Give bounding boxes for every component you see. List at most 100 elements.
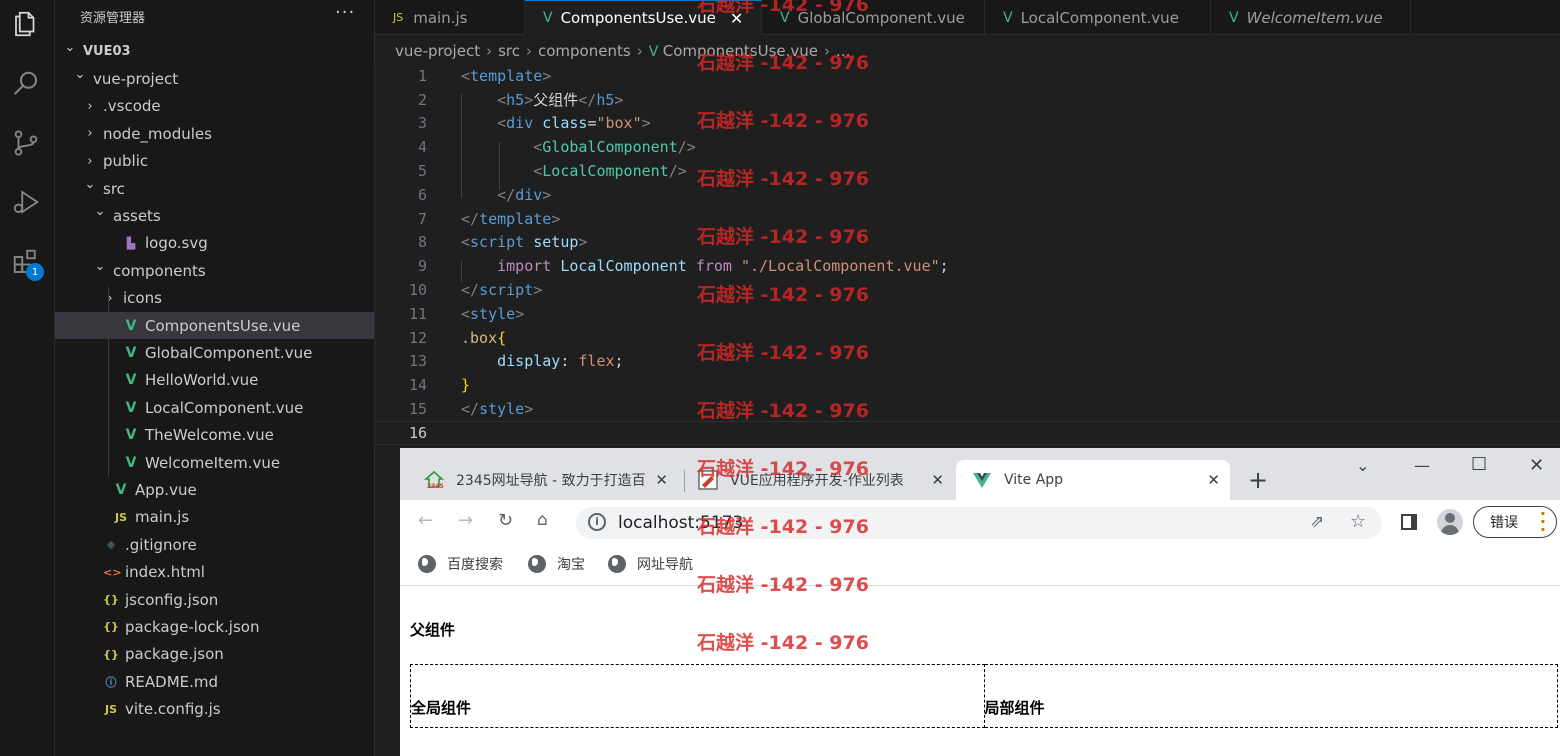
address-bar[interactable]: i localhost:5173 ⇗ ☆ bbox=[576, 507, 1382, 539]
tree-item[interactable]: ▙ logo.svg bbox=[55, 230, 374, 257]
extensions-badge: 1 bbox=[26, 263, 44, 281]
code-token: > bbox=[533, 281, 543, 300]
source-control-icon[interactable] bbox=[8, 125, 44, 161]
chevron-icon[interactable]: ⌄ bbox=[93, 259, 107, 274]
tab-close-icon[interactable]: ✕ bbox=[730, 9, 743, 28]
menu-dots-icon[interactable]: · · · bbox=[1540, 506, 1546, 538]
code-line[interactable]: 14} bbox=[375, 373, 1560, 397]
chevron-icon[interactable]: › bbox=[83, 99, 97, 114]
code-line[interactable]: 8 <script setup> bbox=[375, 231, 1560, 255]
close-window-button[interactable]: ✕ bbox=[1529, 455, 1544, 476]
chevron-icon[interactable]: › bbox=[83, 154, 97, 169]
tab-close-icon[interactable]: ✕ bbox=[1207, 471, 1220, 489]
site-info-icon[interactable]: i bbox=[588, 513, 606, 531]
reload-icon[interactable]: ↻ bbox=[498, 510, 513, 531]
code-line[interactable]: 12 .box{ bbox=[375, 326, 1560, 350]
chevron-icon[interactable]: ⌄ bbox=[93, 204, 107, 219]
code-line[interactable]: 5 <LocalComponent/> bbox=[375, 159, 1560, 183]
tree-item[interactable]: ⌄ assets bbox=[55, 202, 374, 229]
profile-avatar-icon[interactable] bbox=[1437, 509, 1463, 535]
code-text: </div> bbox=[461, 186, 551, 204]
code-line[interactable]: 11 <style> bbox=[375, 302, 1560, 326]
code-line[interactable]: 3 <div class="box"> bbox=[375, 112, 1560, 136]
bookmark-item[interactable]: 网址导航 bbox=[608, 554, 693, 574]
tab-search-icon[interactable]: ⌄ bbox=[1356, 456, 1369, 475]
tree-item[interactable]: ⓘ README.md bbox=[55, 668, 374, 695]
browser-tab-vite-app[interactable]: Vite App ✕ bbox=[956, 460, 1230, 500]
tree-item[interactable]: ⌄ VUE03 bbox=[55, 38, 374, 65]
bookmark-item[interactable]: 淘宝 bbox=[528, 554, 585, 574]
tree-item[interactable]: ⌄ vue-project bbox=[55, 65, 374, 92]
editor-tab[interactable]: JS main.js bbox=[375, 0, 525, 35]
new-tab-button[interactable]: + bbox=[1248, 466, 1268, 494]
bookmark-star-icon[interactable]: ☆ bbox=[1350, 511, 1366, 532]
tree-item[interactable]: V TheWelcome.vue bbox=[55, 422, 374, 449]
chevron-icon[interactable]: ⌄ bbox=[63, 40, 77, 55]
breadcrumb-item[interactable]: vue-project bbox=[395, 42, 480, 60]
tree-item[interactable]: V GlobalComponent.vue bbox=[55, 339, 374, 366]
code-line[interactable]: 9 import LocalComponent from "./LocalCom… bbox=[375, 254, 1560, 278]
url-text[interactable]: localhost:5173 bbox=[618, 513, 743, 533]
tree-item[interactable]: JS vite.config.js bbox=[55, 696, 374, 723]
breadcrumb-item[interactable]: components bbox=[538, 42, 631, 60]
code-line[interactable]: 7 </template> bbox=[375, 207, 1560, 231]
tree-item[interactable]: › icons bbox=[55, 285, 374, 312]
share-icon[interactable]: ⇗ bbox=[1310, 512, 1324, 532]
breadcrumb-item[interactable]: ... bbox=[836, 42, 850, 60]
minimize-button[interactable]: — bbox=[1414, 456, 1430, 475]
code-line[interactable]: 15 </style> bbox=[375, 397, 1560, 421]
tab-close-icon[interactable]: ✕ bbox=[655, 471, 668, 489]
browser-tab-2345[interactable]: 2345 2345网址导航 - 致力于打造百 ✕ bbox=[410, 460, 678, 500]
bookmark-item[interactable]: 百度搜索 bbox=[418, 554, 503, 574]
tree-item[interactable]: › node_modules bbox=[55, 120, 374, 147]
code-line[interactable]: 16 bbox=[375, 421, 1560, 445]
tree-item[interactable]: V ComponentsUse.vue bbox=[55, 312, 374, 339]
forward-icon[interactable]: → bbox=[458, 510, 473, 531]
breadcrumb-item[interactable]: src bbox=[498, 42, 520, 60]
explorer-icon[interactable] bbox=[8, 6, 44, 42]
code-text: </template> bbox=[461, 210, 560, 228]
maximize-button[interactable]: ☐ bbox=[1471, 454, 1487, 475]
home-icon[interactable]: ⌂ bbox=[537, 510, 548, 530]
chevron-icon[interactable]: ⌄ bbox=[83, 177, 97, 192]
tree-item[interactable]: V HelloWorld.vue bbox=[55, 367, 374, 394]
side-panel-icon[interactable] bbox=[1401, 514, 1417, 530]
tree-item[interactable]: {} package-lock.json bbox=[55, 613, 374, 640]
editor-tab[interactable]: V GlobalComponent.vue bbox=[762, 0, 985, 35]
code-line[interactable]: 13 display: flex; bbox=[375, 350, 1560, 374]
tab-close-icon[interactable]: ✕ bbox=[931, 471, 944, 489]
chevron-icon[interactable]: › bbox=[103, 291, 117, 306]
editor-tab[interactable]: V LocalComponent.vue bbox=[985, 0, 1211, 35]
code-line[interactable]: 2 <h5>父组件</h5> bbox=[375, 88, 1560, 112]
tree-item[interactable]: JS main.js bbox=[55, 504, 374, 531]
back-icon[interactable]: ← bbox=[418, 510, 433, 531]
error-button[interactable]: 错误 · · · bbox=[1473, 506, 1557, 538]
editor-tab[interactable]: V WelcomeItem.vue bbox=[1211, 0, 1411, 35]
tree-item[interactable]: <> index.html bbox=[55, 559, 374, 586]
run-debug-icon[interactable] bbox=[8, 184, 44, 220]
editor-tab[interactable]: V ComponentsUse.vue ✕ bbox=[525, 0, 762, 35]
chevron-icon[interactable]: › bbox=[83, 126, 97, 141]
more-actions-icon[interactable]: ··· bbox=[335, 2, 355, 23]
tree-item[interactable]: {} package.json bbox=[55, 641, 374, 668]
tree-item[interactable]: V App.vue bbox=[55, 476, 374, 503]
tree-item[interactable]: ◆ .gitignore bbox=[55, 531, 374, 558]
tree-item[interactable]: › .vscode bbox=[55, 93, 374, 120]
tree-item[interactable]: › public bbox=[55, 148, 374, 175]
code-line[interactable]: 4 <GlobalComponent/> bbox=[375, 135, 1560, 159]
js-file-icon: JS bbox=[114, 510, 127, 524]
tree-item[interactable]: V WelcomeItem.vue bbox=[55, 449, 374, 476]
code-editor[interactable]: 1 <template> 2 <h5>父组件</h5> 3 <div class="b… bbox=[375, 64, 1560, 448]
search-icon[interactable] bbox=[8, 66, 44, 102]
tree-item[interactable]: V LocalComponent.vue bbox=[55, 394, 374, 421]
browser-tab-homework[interactable]: VUE应用程序开发-作业列表 ✕ bbox=[686, 460, 954, 500]
breadcrumb-item[interactable]: ComponentsUse.vue bbox=[663, 42, 818, 60]
chevron-icon[interactable]: ⌄ bbox=[73, 67, 87, 82]
tree-item[interactable]: {} jsconfig.json bbox=[55, 586, 374, 613]
code-line[interactable]: 6 </div> bbox=[375, 183, 1560, 207]
code-line[interactable]: 10 </script> bbox=[375, 278, 1560, 302]
tree-item[interactable]: ⌄ components bbox=[55, 257, 374, 284]
code-line[interactable]: 1 <template> bbox=[375, 64, 1560, 88]
tree-item[interactable]: ⌄ src bbox=[55, 175, 374, 202]
